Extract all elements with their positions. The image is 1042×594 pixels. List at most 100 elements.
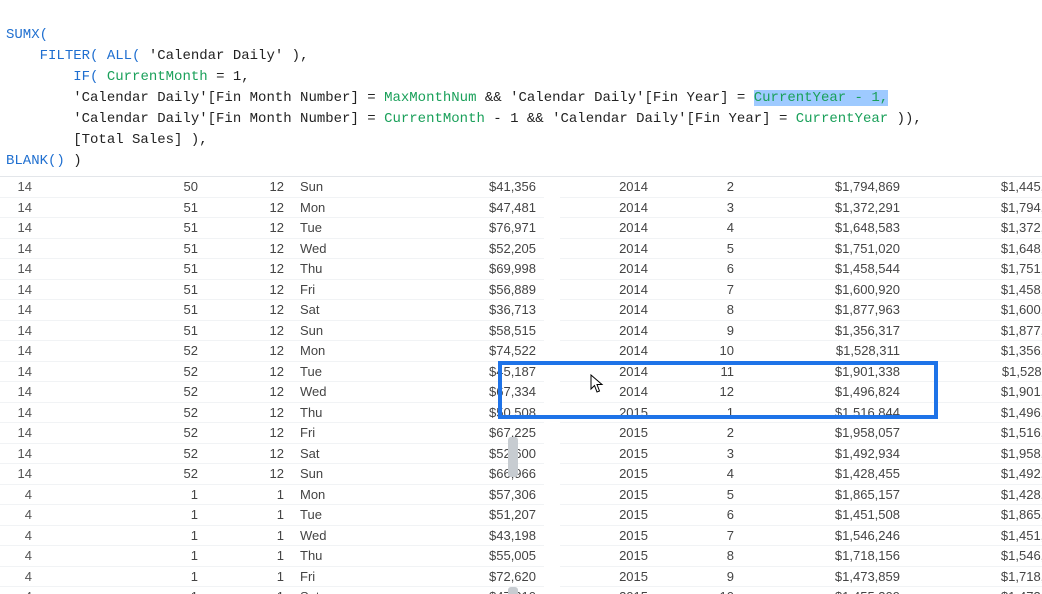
cell-idx: 4: [0, 505, 40, 526]
table-row[interactable]: 145212Mon$74,522: [0, 341, 544, 362]
cell-year: 2014: [560, 218, 656, 239]
cell-month: 10: [656, 341, 742, 362]
cell-idx: 14: [0, 382, 40, 403]
table-row[interactable]: 145112Wed$52,205: [0, 238, 544, 259]
table-row[interactable]: 20151$1,516,844$1,496,824: [560, 402, 1042, 423]
table-row[interactable]: 20154$1,428,455$1,492,934(0: [560, 464, 1042, 485]
cell-idx: 14: [0, 238, 40, 259]
table-row[interactable]: 411Sat$47,310: [0, 587, 544, 594]
table-row[interactable]: 20159$1,473,859$1,718,156(0: [560, 566, 1042, 587]
cell-value1: $1,458,544: [742, 259, 908, 280]
cell-idx: 14: [0, 218, 40, 239]
cell-value2: $1,865,157: [908, 505, 1042, 526]
cell-year: 2015: [560, 505, 656, 526]
left-table-pane: 145012Sun$41,356145112Mon$47,481145112Tu…: [0, 177, 520, 594]
table-row[interactable]: 201510$1,455,309$1,473,859: [560, 587, 1042, 594]
dax-fn: FILTER(: [40, 48, 99, 64]
table-row[interactable]: 201411$1,901,338$1,528,311: [560, 361, 1042, 382]
cell-value1: $1,648,583: [742, 218, 908, 239]
table-row[interactable]: 145212Sun$66,966: [0, 464, 544, 485]
table-row[interactable]: 20143$1,372,291$1,794,869(0: [560, 197, 1042, 218]
dax-ident: CurrentYear: [796, 111, 888, 127]
table-row[interactable]: 145112Fri$56,889: [0, 279, 544, 300]
cell-week: 1: [40, 546, 206, 567]
cell-month: 8: [656, 546, 742, 567]
table-row[interactable]: 411Thu$55,005: [0, 546, 544, 567]
cell-day: Tue: [292, 505, 388, 526]
table-row[interactable]: 411Fri$72,620: [0, 566, 544, 587]
cell-value2: $1,428,455: [908, 484, 1042, 505]
table-row[interactable]: 145212Wed$67,334: [0, 382, 544, 403]
table-row[interactable]: 20155$1,865,157$1,428,455: [560, 484, 1042, 505]
table-row[interactable]: 201412$1,496,824$1,901,338: [560, 382, 1042, 403]
table-row[interactable]: 201410$1,528,311$1,356,317: [560, 341, 1042, 362]
table-row[interactable]: 411Mon$57,306: [0, 484, 544, 505]
scroll-arrow-icon[interactable]: [508, 587, 518, 594]
right-table-pane: 20142$1,794,869$1,445,92920143$1,372,291…: [520, 177, 1042, 594]
cell-week: 52: [40, 402, 206, 423]
cell-month: 11: [656, 361, 742, 382]
cell-day: Sat: [292, 587, 388, 594]
table-row[interactable]: 20145$1,751,020$1,648,583: [560, 238, 1042, 259]
table-row[interactable]: 20153$1,492,934$1,958,057(0: [560, 443, 1042, 464]
left-grid[interactable]: 145012Sun$41,356145112Mon$47,481145112Tu…: [0, 177, 544, 594]
dax-fn: IF(: [73, 69, 98, 85]
dax-formula[interactable]: SUMX( FILTER( ALL( 'Calendar Daily' ), I…: [0, 0, 1042, 176]
table-row[interactable]: 145212Sat$52,600: [0, 443, 544, 464]
table-row[interactable]: 411Tue$51,207: [0, 505, 544, 526]
cell-month: 12: [206, 361, 292, 382]
dax-selection: CurrentYear - 1,: [754, 90, 888, 106]
table-row[interactable]: 145212Fri$67,225: [0, 423, 544, 444]
cell-week: 51: [40, 218, 206, 239]
table-row[interactable]: 145212Tue$45,187: [0, 361, 544, 382]
cell-week: 51: [40, 259, 206, 280]
table-row[interactable]: 20144$1,648,583$1,372,291: [560, 218, 1042, 239]
cell-day: Wed: [292, 238, 388, 259]
table-row[interactable]: 145112Mon$47,481: [0, 197, 544, 218]
table-row[interactable]: 20148$1,877,963$1,600,920: [560, 300, 1042, 321]
table-row[interactable]: 20156$1,451,508$1,865,157(0: [560, 505, 1042, 526]
table-row[interactable]: 145112Sat$36,713: [0, 300, 544, 321]
cell-idx: 4: [0, 525, 40, 546]
cell-week: 50: [40, 177, 206, 197]
cell-year: 2014: [560, 177, 656, 197]
cell-week: 1: [40, 525, 206, 546]
right-grid[interactable]: 20142$1,794,869$1,445,92920143$1,372,291…: [560, 177, 1042, 594]
cell-month: 8: [656, 300, 742, 321]
cell-month: 4: [656, 464, 742, 485]
scrollbar-track[interactable]: [506, 177, 518, 585]
cell-month: 12: [206, 300, 292, 321]
table-row[interactable]: 145112Tue$76,971: [0, 218, 544, 239]
cell-month: 5: [656, 484, 742, 505]
cell-value2: $1,901,338: [908, 382, 1042, 403]
cell-value2: $1,794,869: [908, 197, 1042, 218]
cell-year: 2014: [560, 320, 656, 341]
cell-month: 12: [656, 382, 742, 403]
scrollbar-thumb[interactable]: [508, 437, 518, 477]
cell-month: 9: [656, 320, 742, 341]
cell-day: Fri: [292, 566, 388, 587]
dax-ident: CurrentMonth: [107, 69, 208, 85]
cell-month: 1: [206, 525, 292, 546]
table-row[interactable]: 145112Thu$69,998: [0, 259, 544, 280]
table-row[interactable]: 145012Sun$41,356: [0, 177, 544, 197]
table-row[interactable]: 145112Sun$58,515: [0, 320, 544, 341]
cell-month: 12: [206, 218, 292, 239]
table-row[interactable]: 20152$1,958,057$1,516,844: [560, 423, 1042, 444]
table-row[interactable]: 411Wed$43,198: [0, 525, 544, 546]
table-row[interactable]: 20158$1,718,156$1,546,246: [560, 546, 1042, 567]
cell-month: 12: [206, 197, 292, 218]
cell-year: 2014: [560, 341, 656, 362]
table-row[interactable]: 20147$1,600,920$1,458,544: [560, 279, 1042, 300]
cell-year: 2014: [560, 279, 656, 300]
cell-idx: 14: [0, 361, 40, 382]
table-row[interactable]: 20149$1,356,317$1,877,963(0: [560, 320, 1042, 341]
table-row[interactable]: 20142$1,794,869$1,445,929: [560, 177, 1042, 197]
dax-fn: BLANK(): [6, 153, 65, 169]
cell-week: 52: [40, 361, 206, 382]
table-row[interactable]: 20146$1,458,544$1,751,020(0: [560, 259, 1042, 280]
table-row[interactable]: 145212Thu$50,508: [0, 402, 544, 423]
table-row[interactable]: 20157$1,546,246$1,451,508: [560, 525, 1042, 546]
cell-value2: $1,877,963: [908, 320, 1042, 341]
cell-value2: $1,458,544: [908, 279, 1042, 300]
